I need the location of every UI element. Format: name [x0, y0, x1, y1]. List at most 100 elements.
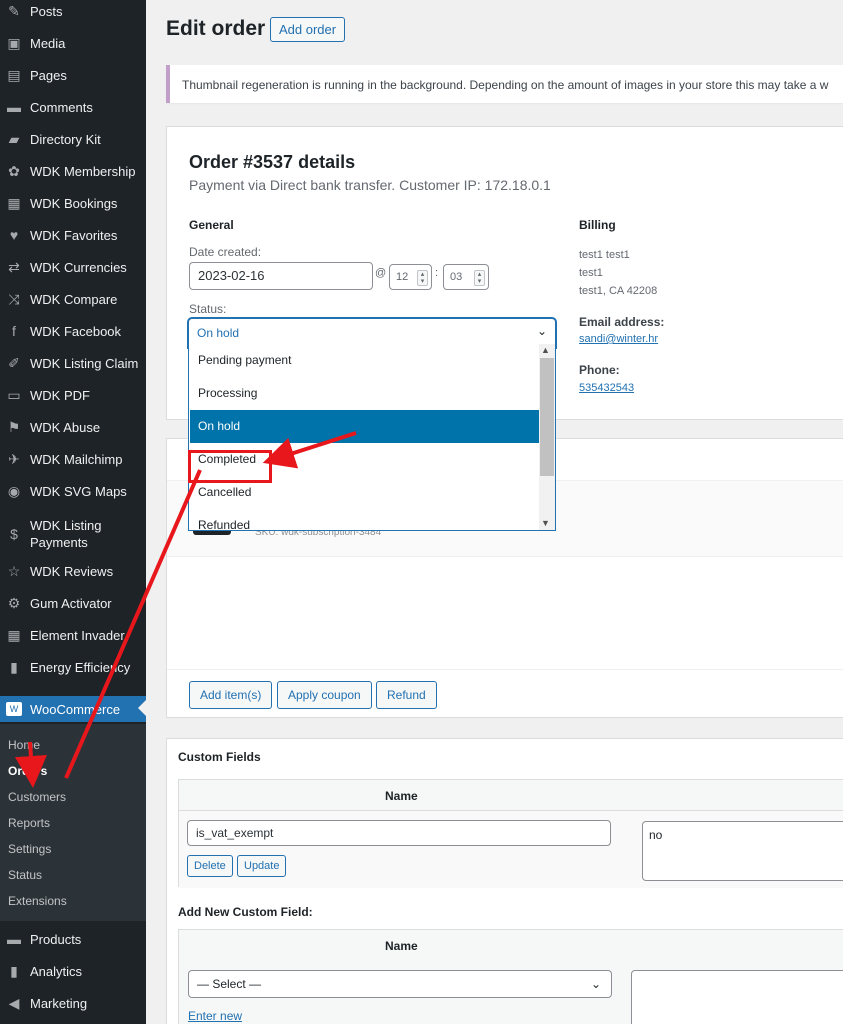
- billing-address: test1 test1 test1 test1, CA 42208: [579, 246, 657, 300]
- submenu-item-orders[interactable]: Orders: [8, 764, 47, 778]
- sidebar-item-wdk-pdf[interactable]: ▭ WDK PDF: [0, 384, 146, 406]
- status-selected-value: On hold: [197, 326, 240, 340]
- sidebar-item-label: WDK Reviews: [30, 563, 114, 579]
- submenu-item-home[interactable]: Home: [8, 738, 40, 752]
- submenu-item-customers[interactable]: Customers: [8, 790, 66, 804]
- sidebar-item-wdk-compare[interactable]: ⤨ WDK Compare: [0, 288, 146, 310]
- shuffle-icon: ⤨: [8, 290, 20, 307]
- sidebar-item-label: WDK Membership: [30, 163, 136, 179]
- minute-input[interactable]: 03 ▴ ▾: [443, 264, 489, 290]
- calendar-icon: ▦: [7, 194, 21, 211]
- sidebar-item-pages[interactable]: ▤ Pages: [0, 64, 146, 86]
- sidebar-item-wdk-membership[interactable]: ✿ WDK Membership: [0, 160, 146, 182]
- folder-icon: ▰: [8, 130, 20, 147]
- woocommerce-submenu: Home Orders Customers Reports Settings Status…: [0, 724, 146, 921]
- hour-spinner-icon[interactable]: ▴ ▾: [417, 270, 428, 286]
- sidebar-item-energy-efficiency[interactable]: ▮ Energy Efficiency: [0, 656, 146, 678]
- refund-button[interactable]: Refund: [376, 681, 437, 709]
- custom-field-key-input[interactable]: is_vat_exempt: [187, 820, 611, 846]
- enter-new-link[interactable]: Enter new: [188, 1009, 242, 1023]
- sidebar-item-element-invader[interactable]: ▦ Element Invader: [0, 624, 146, 646]
- sidebar-item-label: Posts: [30, 3, 63, 19]
- new-field-table: Name — Select — ⌄ Enter new: [178, 929, 843, 1024]
- date-created-input[interactable]: 2023-02-16: [189, 262, 373, 290]
- sidebar-item-label: WDK Listing Claim: [30, 355, 139, 371]
- sidebar-item-label: Pages: [30, 67, 67, 83]
- notice-banner: Thumbnail regeneration is running in the…: [166, 65, 843, 103]
- sidebar-item-label: WDK Listing Payments: [30, 518, 102, 550]
- megaphone-icon: ◀: [8, 994, 20, 1011]
- minute-spinner-icon[interactable]: ▴ ▾: [474, 270, 485, 286]
- sidebar-item-wdk-favorites[interactable]: ♥ WDK Favorites: [0, 224, 146, 246]
- submenu-item-settings[interactable]: Settings: [8, 842, 51, 856]
- sidebar-item-label: Products: [30, 931, 82, 947]
- custom-field-row: is_vat_exempt Delete Update no: [179, 810, 843, 888]
- notice-text: Thumbnail regeneration is running in the…: [182, 78, 829, 92]
- scrollbar-thumb[interactable]: [540, 358, 554, 476]
- sidebar-item-wdk-mailchimp[interactable]: ✈ WDK Mailchimp: [0, 448, 146, 470]
- scroll-up-icon[interactable]: ▲: [541, 345, 550, 355]
- sidebar-item-gum-activator[interactable]: ⚙ Gum Activator: [0, 592, 146, 614]
- sidebar-item-wdk-listing-payments[interactable]: $ WDK Listing Payments: [0, 512, 146, 556]
- sidebar-item-woocommerce[interactable]: W WooCommerce: [0, 696, 146, 722]
- sidebar-item-posts[interactable]: ✎ Posts: [0, 0, 146, 22]
- hour-input[interactable]: 12 ▴ ▾: [389, 264, 432, 290]
- sidebar-item-wdk-currencies[interactable]: ⇄ WDK Currencies: [0, 256, 146, 278]
- general-heading: General: [189, 218, 234, 232]
- submenu-item-extensions[interactable]: Extensions: [8, 894, 67, 908]
- chevron-down-icon: ⌄: [536, 324, 547, 338]
- billing-heading: Billing: [579, 218, 616, 232]
- email-link[interactable]: sandi@winter.hr: [579, 330, 658, 348]
- delete-field-button[interactable]: Delete: [187, 855, 233, 877]
- sidebar-item-label: WDK Currencies: [30, 259, 127, 275]
- sidebar-item-label: Element Invader: [30, 627, 125, 643]
- custom-fields-title: Custom Fields: [178, 750, 261, 764]
- custom-fields-table: Name is_vat_exempt Delete Update no: [178, 779, 843, 888]
- sidebar-item-wdk-svg-maps[interactable]: ◉ WDK SVG Maps: [0, 480, 146, 502]
- sidebar-item-label: WDK Abuse: [30, 419, 101, 435]
- sidebar-item-wdk-bookings[interactable]: ▦ WDK Bookings: [0, 192, 146, 214]
- add-new-field-label: Add New Custom Field:: [178, 905, 313, 919]
- status-option-on-hold[interactable]: On hold: [190, 410, 540, 443]
- custom-field-value-textarea[interactable]: no: [642, 821, 843, 881]
- media-icon: ▣: [7, 34, 21, 51]
- facebook-icon: f: [12, 323, 16, 339]
- phone-label: Phone:: [579, 363, 620, 377]
- apply-coupon-button[interactable]: Apply coupon: [277, 681, 372, 709]
- sidebar-item-label: WDK Favorites: [30, 227, 118, 243]
- annotation-highlight-box: [188, 450, 272, 483]
- sidebar-item-wdk-abuse[interactable]: ⚑ WDK Abuse: [0, 416, 146, 438]
- scroll-down-icon[interactable]: ▼: [541, 518, 550, 528]
- add-order-button[interactable]: Add order: [270, 17, 346, 42]
- status-options-list[interactable]: Pending payment Processing On hold Compl…: [188, 344, 556, 531]
- sidebar-item-products[interactable]: ▬ Products: [0, 928, 146, 950]
- new-field-value-textarea[interactable]: [631, 970, 843, 1024]
- pin-icon: ✎: [8, 2, 20, 19]
- sidebar-item-comments[interactable]: ▬ Comments: [0, 96, 146, 118]
- new-field-select[interactable]: — Select — ⌄: [188, 970, 612, 998]
- status-option-pending[interactable]: Pending payment: [190, 344, 540, 377]
- status-option-processing[interactable]: Processing: [190, 377, 540, 410]
- sidebar-item-media[interactable]: ▣ Media: [0, 32, 146, 54]
- name-column-header: Name: [385, 789, 418, 803]
- sidebar-item-marketing[interactable]: ◀ Marketing: [0, 992, 146, 1014]
- status-option-refunded[interactable]: Refunded: [190, 509, 540, 530]
- submenu-item-reports[interactable]: Reports: [8, 816, 50, 830]
- sidebar-item-wdk-listing-claim[interactable]: ✐ WDK Listing Claim: [0, 352, 146, 374]
- add-items-button[interactable]: Add item(s): [189, 681, 273, 709]
- new-name-column-header: Name: [385, 939, 418, 953]
- time-colon: :: [435, 267, 439, 279]
- sidebar-item-analytics[interactable]: ▮ Analytics: [0, 960, 146, 982]
- admin-sidebar: ✎ Posts ▣ Media ▤ Pages ▬ Comments ▰ Directory Ki…: [0, 0, 146, 1024]
- submenu-item-status[interactable]: Status: [8, 868, 42, 882]
- dropdown-scrollbar[interactable]: ▲ ▼: [539, 344, 555, 530]
- update-field-button[interactable]: Update: [237, 855, 287, 877]
- send-icon: ✈: [8, 450, 20, 467]
- sidebar-item-directory-kit[interactable]: ▰ Directory Kit: [0, 128, 146, 150]
- sidebar-item-label: WDK PDF: [30, 387, 90, 403]
- sidebar-item-wdk-facebook[interactable]: f WDK Facebook: [0, 320, 146, 342]
- select-placeholder: — Select —: [197, 977, 262, 991]
- phone-link[interactable]: 535432543: [579, 379, 634, 397]
- sidebar-item-wdk-reviews[interactable]: ☆ WDK Reviews: [0, 560, 146, 582]
- sidebar-item-label: Media: [30, 35, 66, 51]
